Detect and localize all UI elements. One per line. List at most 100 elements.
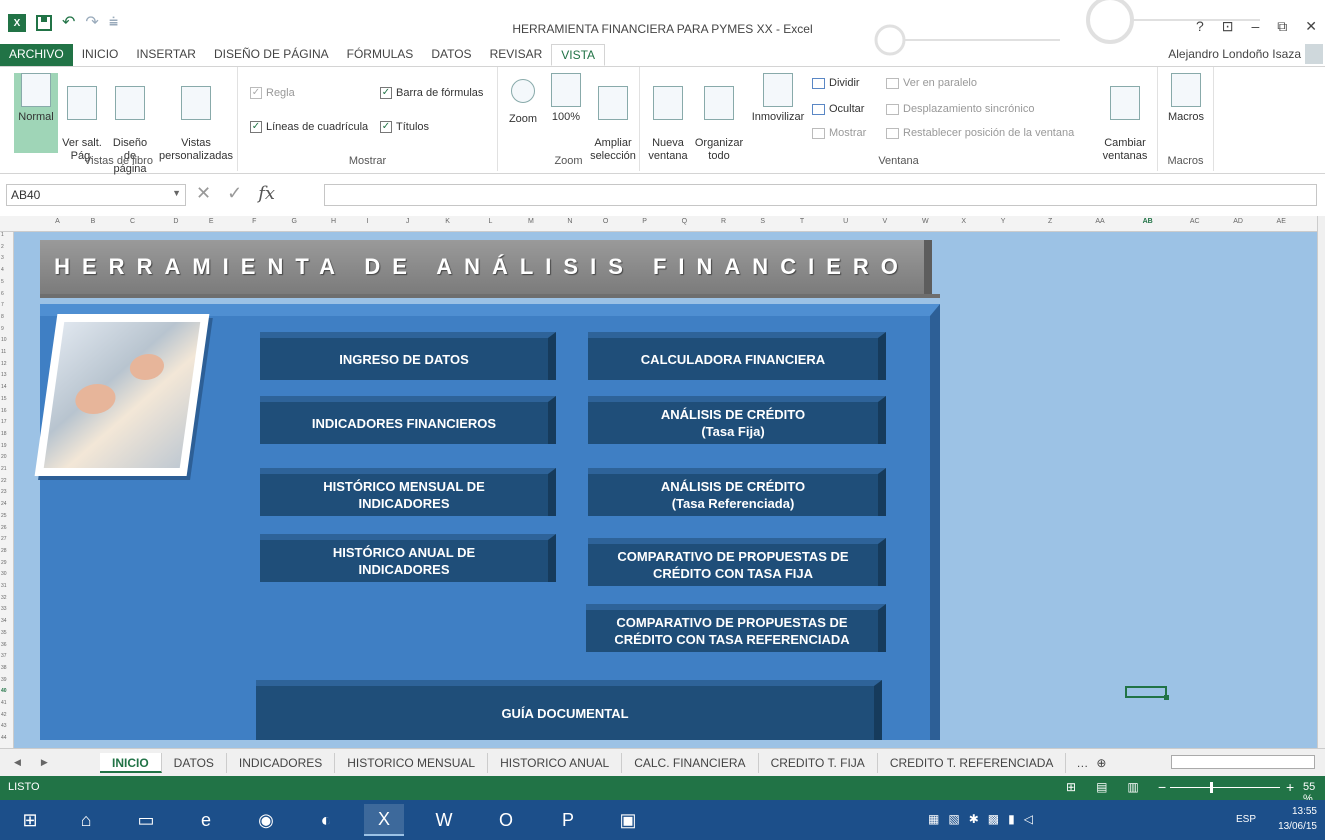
chevron-down-icon[interactable]: ▼ [172, 188, 181, 198]
column-header[interactable]: A [55, 218, 60, 225]
row-header[interactable]: 22 [1, 478, 7, 484]
avatar[interactable] [1305, 44, 1323, 64]
name-box[interactable]: AB40 ▼ [6, 184, 186, 206]
calculadora-button[interactable]: CALCULADORA FINANCIERA [588, 332, 886, 380]
column-header[interactable]: AC [1190, 218, 1200, 225]
row-header[interactable]: 38 [1, 665, 7, 671]
column-header[interactable]: O [603, 218, 608, 225]
tab-datos[interactable]: DATOS [422, 44, 480, 66]
restore-icon[interactable]: ⧉ [1277, 18, 1287, 35]
historico-mensual-button[interactable]: HISTÓRICO MENSUAL DE INDICADORES [260, 468, 556, 516]
row-header[interactable]: 44 [1, 735, 7, 741]
close-icon[interactable]: ✕ [1305, 18, 1317, 35]
prev-sheet-icon[interactable]: ◀ [14, 757, 21, 768]
row-header[interactable]: 31 [1, 583, 7, 589]
row-header[interactable]: 37 [1, 653, 7, 659]
worksheet[interactable]: HERRAMIENTA DE ANÁLISIS FINANCIERO INGRE… [14, 232, 1319, 748]
side-by-side-button[interactable]: Ver en paralelo [886, 77, 977, 89]
column-header[interactable]: K [445, 218, 450, 225]
row-header[interactable]: 16 [1, 408, 7, 414]
normal-view-icon[interactable]: ⊞ [1066, 780, 1076, 794]
zoom-out-icon[interactable]: − [1158, 779, 1166, 795]
tab-inicio[interactable]: INICIO [73, 44, 128, 66]
sheet-tab-calc-financiera[interactable]: CALC. FINANCIERA [622, 752, 759, 773]
page-break-view-button[interactable]: Ver salt. Pág. [60, 73, 104, 163]
regla-checkbox[interactable]: ✓ Regla [250, 87, 295, 99]
row-header[interactable]: 33 [1, 606, 7, 612]
arrange-all-button[interactable]: Organizar todo [692, 73, 746, 163]
row-header[interactable]: 4 [1, 267, 4, 273]
tab-insertar[interactable]: INSERTAR [127, 44, 205, 66]
column-header[interactable]: L [489, 218, 493, 225]
tab-vista[interactable]: VISTA [551, 44, 606, 66]
row-header[interactable]: 12 [1, 361, 7, 367]
minimize-icon[interactable]: – [1251, 18, 1259, 35]
custom-views-button[interactable]: Vistas personalizadas [158, 73, 234, 163]
row-header[interactable]: 25 [1, 513, 7, 519]
tray-icon[interactable]: ▩ [988, 812, 999, 826]
row-header[interactable]: 34 [1, 618, 7, 624]
row-header[interactable]: 10 [1, 337, 7, 343]
new-window-button[interactable]: Nueva ventana [646, 73, 690, 163]
word-taskbar-icon[interactable]: W [424, 804, 464, 836]
row-header[interactable]: 8 [1, 314, 4, 320]
firefox-icon[interactable]: ◐ [306, 804, 346, 836]
titulos-checkbox[interactable]: ✓ Títulos [380, 121, 429, 133]
column-header[interactable]: V [883, 218, 888, 225]
row-header[interactable]: 13 [1, 372, 7, 378]
historico-anual-button[interactable]: HISTÓRICO ANUAL DE INDICADORES [260, 534, 556, 582]
unhide-button[interactable]: Mostrar [812, 127, 866, 139]
switch-windows-button[interactable]: Cambiar ventanas [1096, 73, 1154, 163]
row-header[interactable]: 20 [1, 454, 7, 460]
windows-start-icon[interactable]: ⊞ [10, 804, 50, 836]
reset-position-button[interactable]: Restablecer posición de la ventana [886, 127, 1074, 139]
zoom-button[interactable]: Zoom [504, 73, 542, 126]
next-sheet-icon[interactable]: ▶ [41, 757, 48, 768]
row-header[interactable]: 3 [1, 255, 4, 261]
row-header[interactable]: 30 [1, 571, 7, 577]
credito-fija-button[interactable]: ANÁLISIS DE CRÉDITO (Tasa Fija) [588, 396, 886, 444]
column-header[interactable]: E [209, 218, 214, 225]
row-header[interactable]: 7 [1, 302, 4, 308]
column-header[interactable]: S [760, 218, 765, 225]
normal-view-button[interactable]: Normal [14, 73, 58, 153]
indicadores-button[interactable]: INDICADORES FINANCIEROS [260, 396, 556, 444]
remote-desktop-icon[interactable]: ▣ [608, 804, 648, 836]
comparativo-fija-button[interactable]: COMPARATIVO DE PROPUESTAS DE CRÉDITO CON… [588, 538, 886, 586]
row-header[interactable]: 40 [1, 688, 7, 694]
powerpoint-taskbar-icon[interactable]: P [548, 804, 588, 836]
selected-cell[interactable] [1125, 686, 1169, 700]
column-header[interactable]: AA [1095, 218, 1104, 225]
column-header[interactable]: C [130, 218, 135, 225]
language-indicator[interactable]: ESP [1236, 814, 1256, 825]
sheet-tab-inicio[interactable]: INICIO [100, 752, 162, 773]
row-header[interactable]: 24 [1, 501, 7, 507]
file-explorer-icon[interactable]: ▭ [126, 804, 166, 836]
tab-revisar[interactable]: REVISAR [481, 44, 552, 66]
column-header[interactable]: AE [1277, 218, 1286, 225]
freeze-panes-button[interactable]: Inmovilizar [748, 73, 808, 124]
row-header[interactable]: 35 [1, 630, 7, 636]
hide-button[interactable]: Ocultar [812, 103, 864, 115]
row-header[interactable]: 17 [1, 419, 7, 425]
comparativo-referenciada-button[interactable]: COMPARATIVO DE PROPUESTAS DE CRÉDITO CON… [586, 604, 886, 652]
page-layout-icon[interactable]: ▤ [1096, 780, 1107, 794]
zoom-100-button[interactable]: 100% [546, 73, 586, 124]
sheet-tab-historico-mensual[interactable]: HISTORICO MENSUAL [335, 752, 489, 773]
help-icon[interactable]: ? [1196, 18, 1204, 35]
credito-referenciada-button[interactable]: ANÁLISIS DE CRÉDITO (Tasa Referenciada) [588, 468, 886, 516]
column-header[interactable]: F [252, 218, 256, 225]
row-header[interactable]: 2 [1, 244, 4, 250]
row-header[interactable]: 21 [1, 466, 7, 472]
vertical-scrollbar[interactable] [1317, 216, 1325, 748]
row-header[interactable]: 23 [1, 489, 7, 495]
column-header[interactable]: Q [682, 218, 687, 225]
macros-button[interactable]: Macros [1164, 73, 1208, 124]
row-header[interactable]: 26 [1, 525, 7, 531]
split-button[interactable]: Dividir [812, 77, 860, 89]
row-header[interactable]: 39 [1, 677, 7, 683]
zoom-selection-button[interactable]: Ampliar selección [588, 73, 638, 163]
column-header[interactable]: J [406, 218, 410, 225]
column-header[interactable]: Z [1048, 218, 1052, 225]
internet-explorer-icon[interactable]: e [186, 804, 226, 836]
